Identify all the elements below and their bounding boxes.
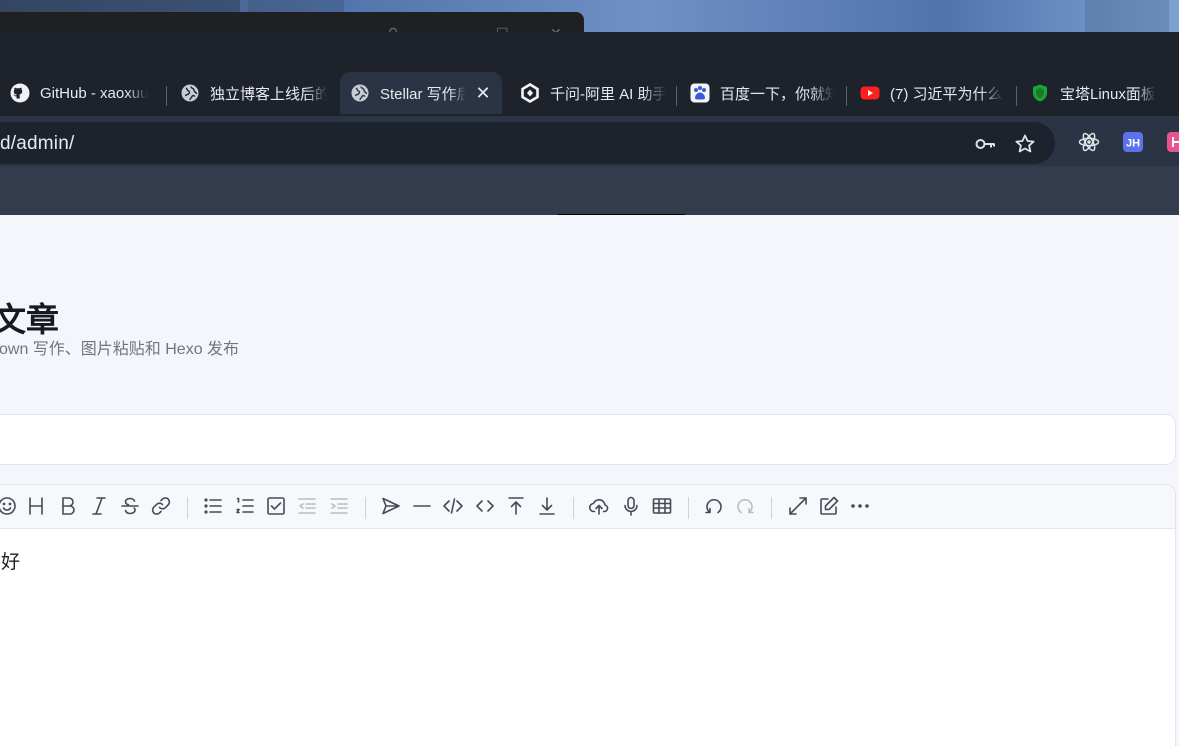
insert-after-icon[interactable] <box>535 494 559 518</box>
close-tab-icon[interactable]: ✕ <box>474 83 492 103</box>
tab-title: GitHub - xaoxuu <box>40 84 149 102</box>
toolbar-separator <box>573 497 574 519</box>
jh-extension-icon[interactable]: JH <box>1122 131 1144 153</box>
admin-page: 新文章 own 写作、图片粘贴和 Hexo 发布 你好 <box>0 215 1179 746</box>
password-key-icon[interactable] <box>974 133 996 155</box>
tab-youtube[interactable]: (7) 习近平为什么 <box>860 72 1006 114</box>
bookmark-star-icon[interactable] <box>1014 133 1036 155</box>
youtube-icon <box>860 83 880 103</box>
editor-toolbar <box>0 485 1175 529</box>
indent-icon[interactable] <box>327 494 351 518</box>
tab-separator <box>1016 86 1017 106</box>
heading-icon[interactable] <box>24 494 48 518</box>
horizontal-rule-icon[interactable] <box>410 494 434 518</box>
bookmarks-bar <box>0 166 1179 215</box>
globe-icon <box>350 83 370 103</box>
fullscreen-icon[interactable] <box>786 494 810 518</box>
edit-mode-icon[interactable] <box>817 494 841 518</box>
post-title-input[interactable] <box>0 414 1176 465</box>
react-devtools-icon[interactable] <box>1078 131 1100 153</box>
tab-separator <box>676 86 677 106</box>
code-icon[interactable] <box>441 494 465 518</box>
tab-strip: GitHub - xaoxuu 独立博客上线后的 Stellar 写作后台 ✕ … <box>0 64 1179 116</box>
italic-icon[interactable] <box>87 494 111 518</box>
browser-window: GitHub - xaoxuu 独立博客上线后的 Stellar 写作后台 ✕ … <box>0 32 1179 215</box>
unordered-list-icon[interactable] <box>201 494 225 518</box>
toolbar-separator <box>771 497 772 519</box>
inline-code-icon[interactable] <box>473 494 497 518</box>
bold-icon[interactable] <box>56 494 80 518</box>
tab-title: (7) 习近平为什么 <box>890 85 1003 103</box>
markdown-editor: 你好 <box>0 484 1176 746</box>
page-subtitle: own 写作、图片粘贴和 Hexo 发布 <box>0 341 240 358</box>
tab-stellar-admin[interactable]: Stellar 写作后台 ✕ <box>340 72 502 114</box>
toolbar-separator <box>365 497 366 519</box>
tab-title: 独立博客上线后的 <box>210 85 328 103</box>
ordered-list-icon[interactable] <box>233 494 257 518</box>
editor-content[interactable]: 你好 <box>0 547 29 574</box>
tab-separator <box>166 86 167 106</box>
link-icon[interactable] <box>149 494 173 518</box>
tab-github[interactable]: GitHub - xaoxuu <box>10 72 160 114</box>
undo-icon[interactable] <box>702 494 726 518</box>
svg-text:JH: JH <box>1126 138 1140 150</box>
browser-toolbar: d/admin/ JH <box>0 116 1179 166</box>
globe-icon <box>180 83 200 103</box>
title-bar <box>0 32 1179 64</box>
toolbar-separator <box>187 497 188 519</box>
quote-icon[interactable] <box>379 494 403 518</box>
tab-baota[interactable]: 宝塔Linux面板 <box>1030 72 1179 114</box>
tab-title: 宝塔Linux面板 <box>1060 85 1156 103</box>
editor-text[interactable]: 你好 <box>0 551 20 573</box>
tab-qwen[interactable]: 千问-阿里 AI 助手 <box>520 72 666 114</box>
baota-shield-icon <box>1030 83 1050 103</box>
record-icon[interactable] <box>619 494 643 518</box>
strike-icon[interactable] <box>118 494 142 518</box>
check-list-icon[interactable] <box>264 494 288 518</box>
address-bar[interactable]: d/admin/ <box>0 122 1055 164</box>
tab-title: 百度一下，你就知道 <box>720 85 834 103</box>
page-title: 新文章 <box>0 300 59 339</box>
qwen-icon <box>520 83 540 103</box>
redo-icon[interactable] <box>733 494 757 518</box>
insert-before-icon[interactable] <box>504 494 528 518</box>
tab-title: Stellar 写作后台 <box>380 85 466 103</box>
baidu-paw-icon <box>690 83 710 103</box>
github-icon <box>10 83 30 103</box>
pink-extension-icon[interactable] <box>1166 131 1179 153</box>
table-icon[interactable] <box>650 494 674 518</box>
toolbar-separator <box>688 497 689 519</box>
desktop-tile <box>1085 0 1169 34</box>
tab-title: 千问-阿里 AI 助手 <box>550 85 666 103</box>
url-text[interactable]: d/admin/ <box>0 133 74 155</box>
upload-icon[interactable] <box>587 494 611 518</box>
tab-blog-post[interactable]: 独立博客上线后的 <box>180 72 328 114</box>
outdent-icon[interactable] <box>295 494 319 518</box>
more-icon[interactable] <box>848 494 872 518</box>
tab-separator <box>846 86 847 106</box>
tab-baidu[interactable]: 百度一下，你就知道 <box>690 72 834 114</box>
emoji-icon[interactable] <box>0 494 19 518</box>
